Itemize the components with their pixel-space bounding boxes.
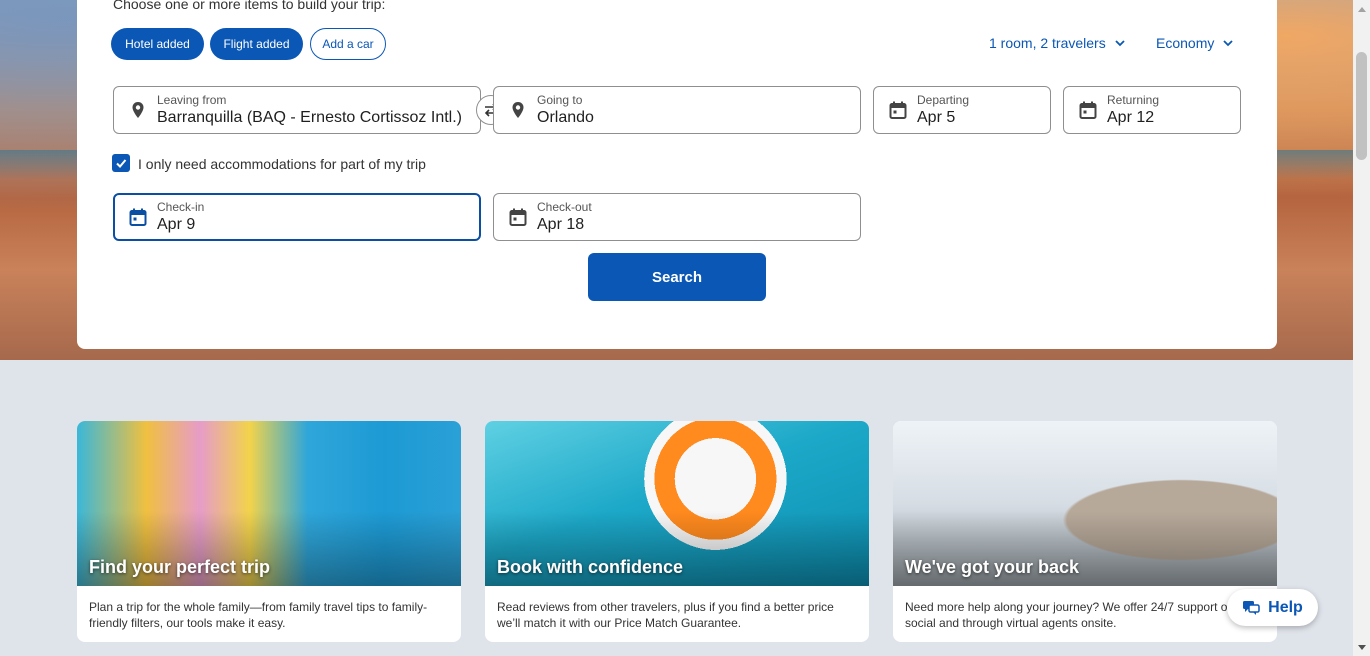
departing-date-field[interactable]: Departing Apr 5	[873, 86, 1051, 134]
going-to-label: Going to	[537, 93, 583, 107]
feature-description: Need more help along your journey? We of…	[905, 600, 1235, 630]
feature-title: Book with confidence	[497, 557, 684, 577]
flight-added-pill[interactable]: Flight added	[210, 28, 303, 60]
going-to-field[interactable]: Going to Orlando	[493, 86, 861, 134]
calendar-icon	[509, 208, 527, 226]
chevron-down-icon	[1115, 40, 1125, 47]
check-out-date-field[interactable]: Check-out Apr 18	[493, 193, 861, 241]
check-in-label: Check-in	[157, 200, 205, 214]
leaving-from-label: Leaving from	[157, 93, 227, 107]
leaving-from-value: Barranquilla (BAQ - Ernesto Cortissoz In…	[157, 109, 462, 126]
check-out-value: Apr 18	[537, 216, 585, 233]
vertical-scrollbar[interactable]	[1353, 0, 1370, 656]
feature-description: Plan a trip for the whole family—from fa…	[89, 600, 428, 630]
hotel-added-pill[interactable]: Hotel added	[111, 28, 204, 60]
returning-value: Apr 12	[1107, 109, 1155, 126]
calendar-icon	[889, 101, 907, 119]
feature-card[interactable]: Book with confidence Read reviews from o…	[485, 421, 869, 642]
add-car-pill[interactable]: Add a car	[310, 28, 386, 60]
partial-stay-label: I only need accommodations for part of m…	[138, 156, 426, 172]
chevron-down-icon	[1223, 40, 1233, 47]
feature-card[interactable]: Find your perfect trip Plan a trip for t…	[77, 421, 461, 642]
cabin-class-dropdown[interactable]: Economy	[1156, 35, 1234, 51]
cabin-class-label: Economy	[1156, 35, 1215, 51]
feature-title: Find your perfect trip	[89, 557, 271, 577]
scrollbar-thumb[interactable]	[1356, 52, 1367, 160]
check-in-date-field[interactable]: Check-in Apr 9	[113, 193, 481, 241]
feature-title: We've got your back	[905, 557, 1079, 577]
scroll-down-arrow-icon[interactable]	[1353, 639, 1370, 656]
rooms-travelers-dropdown[interactable]: 1 room, 2 travelers	[989, 35, 1126, 51]
check-out-label: Check-out	[537, 200, 592, 214]
scroll-up-arrow-icon[interactable]	[1353, 0, 1370, 17]
feature-card[interactable]: We've got your back Need more help along…	[893, 421, 1277, 642]
calendar-icon	[1079, 101, 1097, 119]
chat-bubbles-icon	[1243, 600, 1260, 615]
rooms-travelers-label: 1 room, 2 travelers	[989, 35, 1106, 51]
returning-label: Returning	[1107, 93, 1160, 107]
returning-date-field[interactable]: Returning Apr 12	[1063, 86, 1241, 134]
leaving-from-field[interactable]: Leaving from Barranquilla (BAQ - Ernesto…	[113, 86, 481, 134]
location-pin-icon	[512, 102, 524, 118]
builder-prompt: Choose one or more items to build your t…	[113, 0, 386, 12]
calendar-icon	[129, 208, 147, 226]
check-in-value: Apr 9	[157, 216, 196, 233]
help-label: Help	[1268, 598, 1303, 616]
partial-stay-checkbox[interactable]	[112, 154, 130, 172]
help-button[interactable]: Help	[1227, 589, 1318, 626]
search-button[interactable]: Search	[588, 253, 766, 301]
checkmark-icon	[116, 159, 127, 168]
departing-value: Apr 5	[917, 109, 956, 126]
going-to-value: Orlando	[537, 109, 594, 126]
departing-label: Departing	[917, 93, 970, 107]
feature-description: Read reviews from other travelers, plus …	[497, 600, 834, 630]
location-pin-icon	[132, 102, 144, 118]
